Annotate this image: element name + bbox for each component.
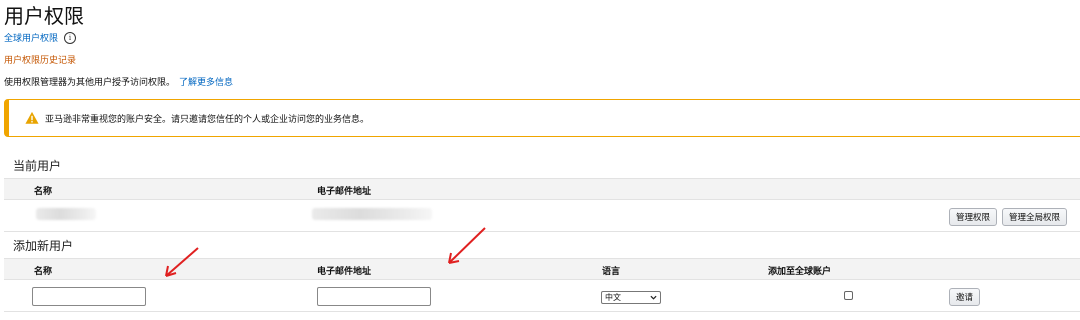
- current-users-title: 当前用户: [13, 159, 62, 173]
- warning-icon: [25, 111, 39, 124]
- chevron-down-icon: [650, 295, 657, 300]
- row-divider: [4, 231, 1080, 232]
- page-description: 使用权限管理器为其他用户授予访问权限。 了解更多信息: [4, 75, 233, 88]
- redacted-name: [36, 208, 96, 220]
- email-input[interactable]: [317, 287, 431, 306]
- add-user-header: 名称 电子邮件地址 语言 添加至全球账户: [4, 258, 1080, 280]
- column-language: 语言: [602, 267, 621, 277]
- current-users-header: 名称 电子邮件地址: [4, 178, 1080, 200]
- language-selected-value: 中文: [605, 293, 621, 302]
- security-alert: 亚马逊非常重视您的账户安全。请只邀请您信任的个人或企业访问您的业务信息。: [4, 99, 1080, 137]
- add-to-global-checkbox[interactable]: [844, 291, 853, 300]
- column-name: 名称: [34, 267, 53, 277]
- page-title: 用户权限: [4, 4, 84, 28]
- column-name: 名称: [34, 187, 53, 197]
- history-link[interactable]: 用户权限历史记录: [4, 53, 76, 66]
- learn-more-link[interactable]: 了解更多信息: [179, 78, 233, 88]
- global-permissions: 全球用户权限 i: [4, 31, 77, 44]
- language-select[interactable]: 中文: [601, 291, 661, 304]
- alert-message: 亚马逊非常重视您的账户安全。请只邀请您信任的个人或企业访问您的业务信息。: [45, 114, 370, 125]
- manage-global-permissions-button[interactable]: 管理全局权限: [1002, 208, 1068, 226]
- description-text: 使用权限管理器为其他用户授予访问权限。: [4, 78, 176, 88]
- redacted-email: [312, 208, 432, 220]
- column-email: 电子邮件地址: [317, 267, 372, 277]
- add-user-title: 添加新用户: [13, 239, 74, 253]
- name-input[interactable]: [32, 287, 146, 306]
- row-divider: [4, 311, 1080, 312]
- invite-button[interactable]: 邀请: [949, 288, 981, 306]
- global-permissions-link[interactable]: 全球用户权限: [4, 31, 58, 44]
- column-email: 电子邮件地址: [317, 187, 372, 197]
- info-icon[interactable]: i: [64, 31, 77, 44]
- manage-permissions-button[interactable]: 管理权限: [949, 208, 998, 226]
- column-add-global: 添加至全球账户: [768, 267, 832, 277]
